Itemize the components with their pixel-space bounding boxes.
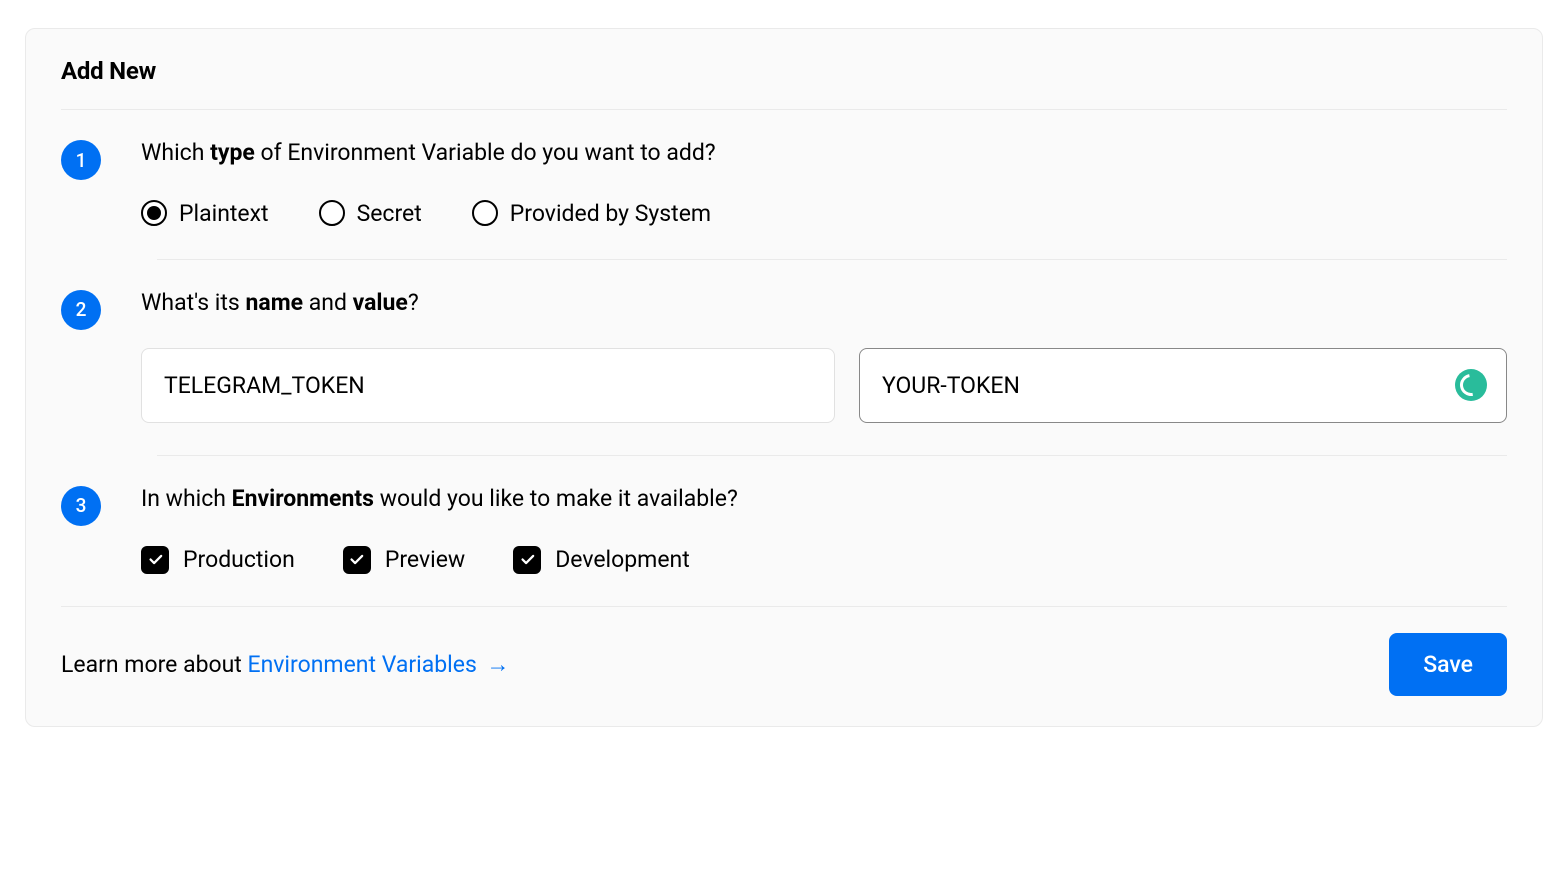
radio-plaintext[interactable]: Plaintext: [141, 200, 269, 227]
step-badge-3: 3: [61, 486, 101, 526]
add-env-var-card: Add New 1 Which type of Environment Vari…: [25, 28, 1543, 727]
checkbox-label: Preview: [385, 546, 465, 573]
card-header: Add New: [26, 29, 1542, 109]
checkbox-label: Production: [183, 546, 295, 573]
step-2: 2 What's its name and value?: [26, 260, 1542, 455]
value-input-wrap: [859, 348, 1507, 423]
environments-checkbox-group: Production Preview Development: [141, 546, 1507, 574]
step-3-body: In which Environments would you like to …: [141, 484, 1507, 574]
radio-icon: [141, 200, 167, 226]
radio-label: Plaintext: [179, 200, 269, 227]
learn-more-text: Learn more about Environment Variables →: [61, 651, 510, 678]
checkbox-production[interactable]: Production: [141, 546, 295, 574]
name-value-row: [141, 348, 1507, 423]
value-input[interactable]: [859, 348, 1507, 423]
checkbox-icon: [513, 546, 541, 574]
arrow-right-icon: →: [481, 651, 510, 678]
checkbox-preview[interactable]: Preview: [343, 546, 465, 574]
step-badge-2: 2: [61, 290, 101, 330]
step-1-body: Which type of Environment Variable do yo…: [141, 138, 1507, 227]
card-footer: Learn more about Environment Variables →…: [26, 607, 1542, 726]
radio-icon: [319, 200, 345, 226]
radio-secret[interactable]: Secret: [319, 200, 422, 227]
radio-label: Secret: [357, 200, 422, 227]
step-badge-1: 1: [61, 140, 101, 180]
type-radio-group: Plaintext Secret Provided by System: [141, 200, 1507, 227]
step-3: 3 In which Environments would you like t…: [26, 456, 1542, 606]
name-input[interactable]: [141, 348, 835, 423]
save-button[interactable]: Save: [1389, 633, 1507, 696]
loading-icon: [1455, 369, 1487, 401]
checkbox-icon: [141, 546, 169, 574]
radio-provided-by-system[interactable]: Provided by System: [472, 200, 711, 227]
radio-label: Provided by System: [510, 200, 711, 227]
radio-icon: [472, 200, 498, 226]
card-title: Add New: [61, 57, 1507, 85]
step-1: 1 Which type of Environment Variable do …: [26, 110, 1542, 259]
step-2-title: What's its name and value?: [141, 288, 1507, 318]
step-1-title: Which type of Environment Variable do yo…: [141, 138, 1507, 168]
checkbox-development[interactable]: Development: [513, 546, 690, 574]
step-2-body: What's its name and value?: [141, 288, 1507, 423]
step-3-title: In which Environments would you like to …: [141, 484, 1507, 514]
checkbox-icon: [343, 546, 371, 574]
environment-variables-link[interactable]: Environment Variables: [248, 651, 477, 678]
checkbox-label: Development: [555, 546, 690, 573]
